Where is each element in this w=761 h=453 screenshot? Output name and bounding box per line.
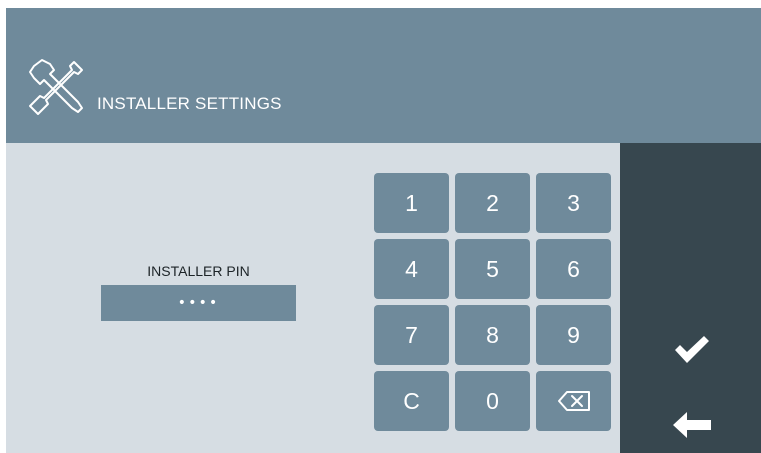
key-clear[interactable]: C [374, 371, 449, 431]
screen: INSTALLER SETTINGS INSTALLER PIN 1 2 3 4… [6, 8, 761, 453]
key-9[interactable]: 9 [536, 305, 611, 365]
checkmark-icon [675, 336, 709, 363]
key-6[interactable]: 6 [536, 239, 611, 299]
main-panel: INSTALLER PIN 1 2 3 4 5 6 7 8 9 C 0 [6, 143, 620, 453]
confirm-button[interactable] [670, 330, 714, 370]
back-button[interactable] [670, 405, 714, 445]
backspace-icon [557, 391, 590, 411]
key-8[interactable]: 8 [455, 305, 530, 365]
page-title: INSTALLER SETTINGS [97, 94, 282, 113]
key-4[interactable]: 4 [374, 239, 449, 299]
key-7[interactable]: 7 [374, 305, 449, 365]
key-1[interactable]: 1 [374, 173, 449, 233]
tools-icon [29, 59, 83, 115]
pin-label: INSTALLER PIN [147, 263, 250, 279]
key-5[interactable]: 5 [455, 239, 530, 299]
arrow-left-icon [673, 412, 711, 438]
header-bar: INSTALLER SETTINGS [6, 8, 761, 143]
pin-input[interactable] [101, 285, 296, 321]
key-3[interactable]: 3 [536, 173, 611, 233]
key-backspace[interactable] [536, 371, 611, 431]
key-0[interactable]: 0 [455, 371, 530, 431]
side-panel [620, 143, 761, 453]
key-2[interactable]: 2 [455, 173, 530, 233]
